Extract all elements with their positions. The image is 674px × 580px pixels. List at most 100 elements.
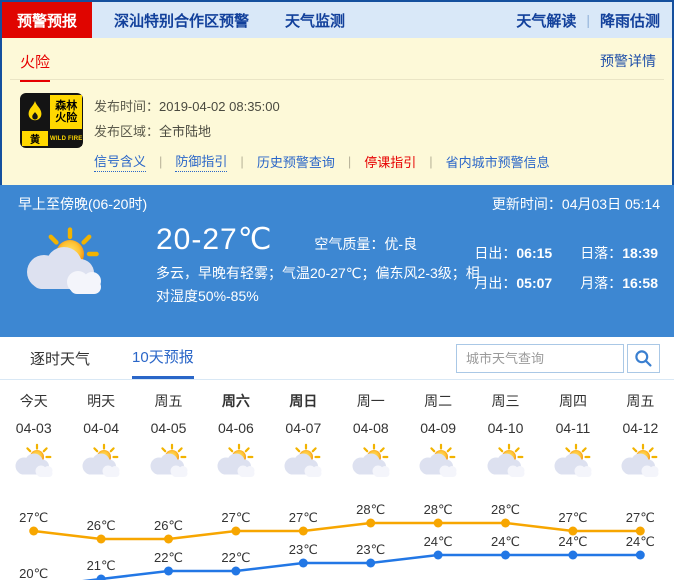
chart-value-label: 27℃ bbox=[289, 510, 318, 525]
top-navbar: 预警预报 深汕特别合作区预警 天气监测 天气解读 | 降雨估测 bbox=[2, 2, 672, 38]
warning-link[interactable]: 防御指引 bbox=[175, 151, 227, 172]
forecast-day-date: 04-04 bbox=[67, 420, 134, 436]
publish-time-row: 发布时间：2019-04-02 08:35:00 bbox=[94, 94, 550, 119]
partly-cloudy-icon bbox=[549, 443, 597, 481]
forecast-day-column: 周二 04-09 bbox=[404, 391, 471, 486]
chart-value-label: 27℃ bbox=[221, 510, 250, 525]
chart-value-label: 27℃ bbox=[19, 510, 48, 525]
warning-links-row: 信号含义|防御指引|历史预警查询|停课指引|省内城市预警信息 bbox=[94, 151, 550, 172]
city-search-input[interactable] bbox=[456, 344, 624, 373]
forest-fire-yellow-warning-sign-icon: 森林 火险 黄 WILD FIRE bbox=[20, 93, 83, 148]
nav-item-shenshan-zone[interactable]: 深汕特别合作区预警 bbox=[114, 2, 249, 38]
sign-name-label: 森林 火险 bbox=[50, 95, 82, 129]
chart-point bbox=[97, 575, 106, 580]
conditions-header: 早上至傍晚(06-20时) 更新时间：04月03日 05:14 bbox=[0, 185, 674, 214]
partly-cloudy-icon bbox=[347, 443, 395, 481]
chart-point bbox=[501, 551, 510, 560]
publish-area-label: 发布区域： bbox=[94, 124, 159, 139]
forecast-day-column: 周五 04-05 bbox=[135, 391, 202, 486]
warning-link[interactable]: 信号含义 bbox=[94, 151, 146, 172]
partly-cloudy-icon bbox=[77, 443, 125, 481]
forecast-day-date: 04-08 bbox=[337, 420, 404, 436]
search-button[interactable] bbox=[627, 344, 660, 373]
nav-item-weather-monitor[interactable]: 天气监测 bbox=[285, 2, 345, 38]
forecast-day-name: 周五 bbox=[607, 391, 674, 411]
chart-value-label: 23℃ bbox=[356, 542, 385, 557]
forecast-day-column: 周五 04-12 bbox=[607, 391, 674, 486]
sunrise-time: 日出：06:15 bbox=[474, 243, 552, 263]
nav-tab-warning-forecast[interactable]: 预警预报 bbox=[2, 2, 92, 38]
link-separator: | bbox=[429, 154, 432, 169]
warning-link[interactable]: 省内城市预警信息 bbox=[446, 152, 550, 171]
chart-point bbox=[501, 519, 510, 528]
forecast-day-date: 04-10 bbox=[472, 420, 539, 436]
chart-point bbox=[568, 551, 577, 560]
sign-english-label: WILD FIRE bbox=[50, 131, 82, 146]
alert-category-tab-fire-risk[interactable]: 火险 bbox=[20, 51, 50, 82]
forecast-day-name: 周一 bbox=[337, 391, 404, 411]
publish-area-value: 全市陆地 bbox=[159, 124, 211, 139]
forecast-day-date: 04-09 bbox=[404, 420, 471, 436]
link-separator: | bbox=[159, 154, 162, 169]
chart-point bbox=[299, 527, 308, 536]
partly-cloudy-icon bbox=[145, 443, 193, 481]
forecast-day-date: 04-03 bbox=[0, 420, 67, 436]
publish-time-label: 发布时间： bbox=[94, 99, 159, 114]
link-separator: | bbox=[240, 154, 243, 169]
city-weather-search bbox=[456, 344, 660, 373]
partly-cloudy-icon bbox=[212, 443, 260, 481]
period-title: 早上至傍晚(06-20时) bbox=[18, 194, 147, 214]
forecast-day-column: 周日 04-07 bbox=[270, 391, 337, 486]
forecast-day-column: 今天 04-03 bbox=[0, 391, 67, 486]
warning-detail-link[interactable]: 预警详情 bbox=[600, 51, 656, 71]
forecast-day-date: 04-11 bbox=[539, 420, 606, 436]
tab-hourly-weather[interactable]: 逐时天气 bbox=[30, 337, 90, 379]
partly-cloudy-icon bbox=[10, 443, 58, 481]
forecast-day-date: 04-07 bbox=[270, 420, 337, 436]
warning-info: 发布时间：2019-04-02 08:35:00 发布区域：全市陆地 信号含义 |… bbox=[94, 93, 550, 172]
chart-line-high bbox=[34, 523, 641, 539]
forecast-day-column: 周六 04-06 bbox=[202, 391, 269, 486]
temperature-chart: 27℃26℃26℃27℃27℃28℃28℃28℃27℃27℃20℃21℃22℃2… bbox=[0, 486, 674, 580]
navbar-right-links: 天气解读 | 降雨估测 bbox=[516, 2, 672, 38]
partly-cloudy-icon bbox=[279, 443, 327, 481]
nav-item-rain-estimate[interactable]: 降雨估测 bbox=[600, 10, 660, 31]
forecast-day-column: 周四 04-11 bbox=[539, 391, 606, 486]
chart-value-label: 20℃ bbox=[19, 566, 48, 580]
nav-item-weather-interpretation[interactable]: 天气解读 bbox=[516, 10, 576, 31]
chart-value-label: 24℃ bbox=[558, 534, 587, 549]
chart-point bbox=[231, 527, 240, 536]
publish-time-value: 2019-04-02 08:35:00 bbox=[159, 99, 280, 114]
nav-separator: | bbox=[586, 12, 590, 28]
conditions-main: 20-27℃ 空气质量：优-良 多云，早晚有轻雾；气温20-27℃；偏东风2-3… bbox=[156, 222, 488, 308]
tab-ten-day-forecast[interactable]: 10天预报 bbox=[132, 337, 194, 379]
chart-point bbox=[164, 535, 173, 544]
weather-portal-page: 预警预报 深汕特别合作区预警 天气监测 天气解读 | 降雨估测 火险 预警详情 bbox=[0, 0, 674, 580]
chart-value-label: 24℃ bbox=[626, 534, 655, 549]
forecast-tabs-bar: 逐时天气 10天预报 bbox=[0, 337, 674, 380]
warning-link[interactable]: 停课指引 bbox=[364, 152, 416, 171]
chart-point bbox=[366, 519, 375, 528]
warning-link[interactable]: 历史预警查询 bbox=[257, 152, 335, 171]
sunset-time: 日落：18:39 bbox=[580, 243, 658, 263]
top-section: 预警预报 深汕特别合作区预警 天气监测 天气解读 | 降雨估测 火险 预警详情 bbox=[0, 0, 674, 185]
chart-value-label: 28℃ bbox=[356, 502, 385, 517]
partly-cloudy-icon bbox=[616, 443, 664, 481]
chart-point bbox=[434, 551, 443, 560]
chart-value-label: 21℃ bbox=[87, 558, 116, 573]
air-quality: 空气质量：优-良 bbox=[314, 234, 417, 254]
forecast-day-name: 明天 bbox=[67, 391, 134, 411]
forecast-day-column: 周一 04-08 bbox=[337, 391, 404, 486]
sign-level-label: 黄 bbox=[22, 131, 48, 146]
forecast-day-name: 周六 bbox=[202, 391, 269, 411]
chart-value-label: 22℃ bbox=[221, 550, 250, 565]
forecast-day-name: 周日 bbox=[270, 391, 337, 411]
chart-value-label: 28℃ bbox=[424, 502, 453, 517]
moonset-time: 月落：16:58 bbox=[580, 273, 658, 293]
forecast-day-column: 明天 04-04 bbox=[67, 391, 134, 486]
publish-area-row: 发布区域：全市陆地 bbox=[94, 119, 550, 144]
chart-value-label: 23℃ bbox=[289, 542, 318, 557]
chart-point bbox=[231, 567, 240, 576]
chart-value-label: 27℃ bbox=[558, 510, 587, 525]
forecast-day-column: 周三 04-10 bbox=[472, 391, 539, 486]
